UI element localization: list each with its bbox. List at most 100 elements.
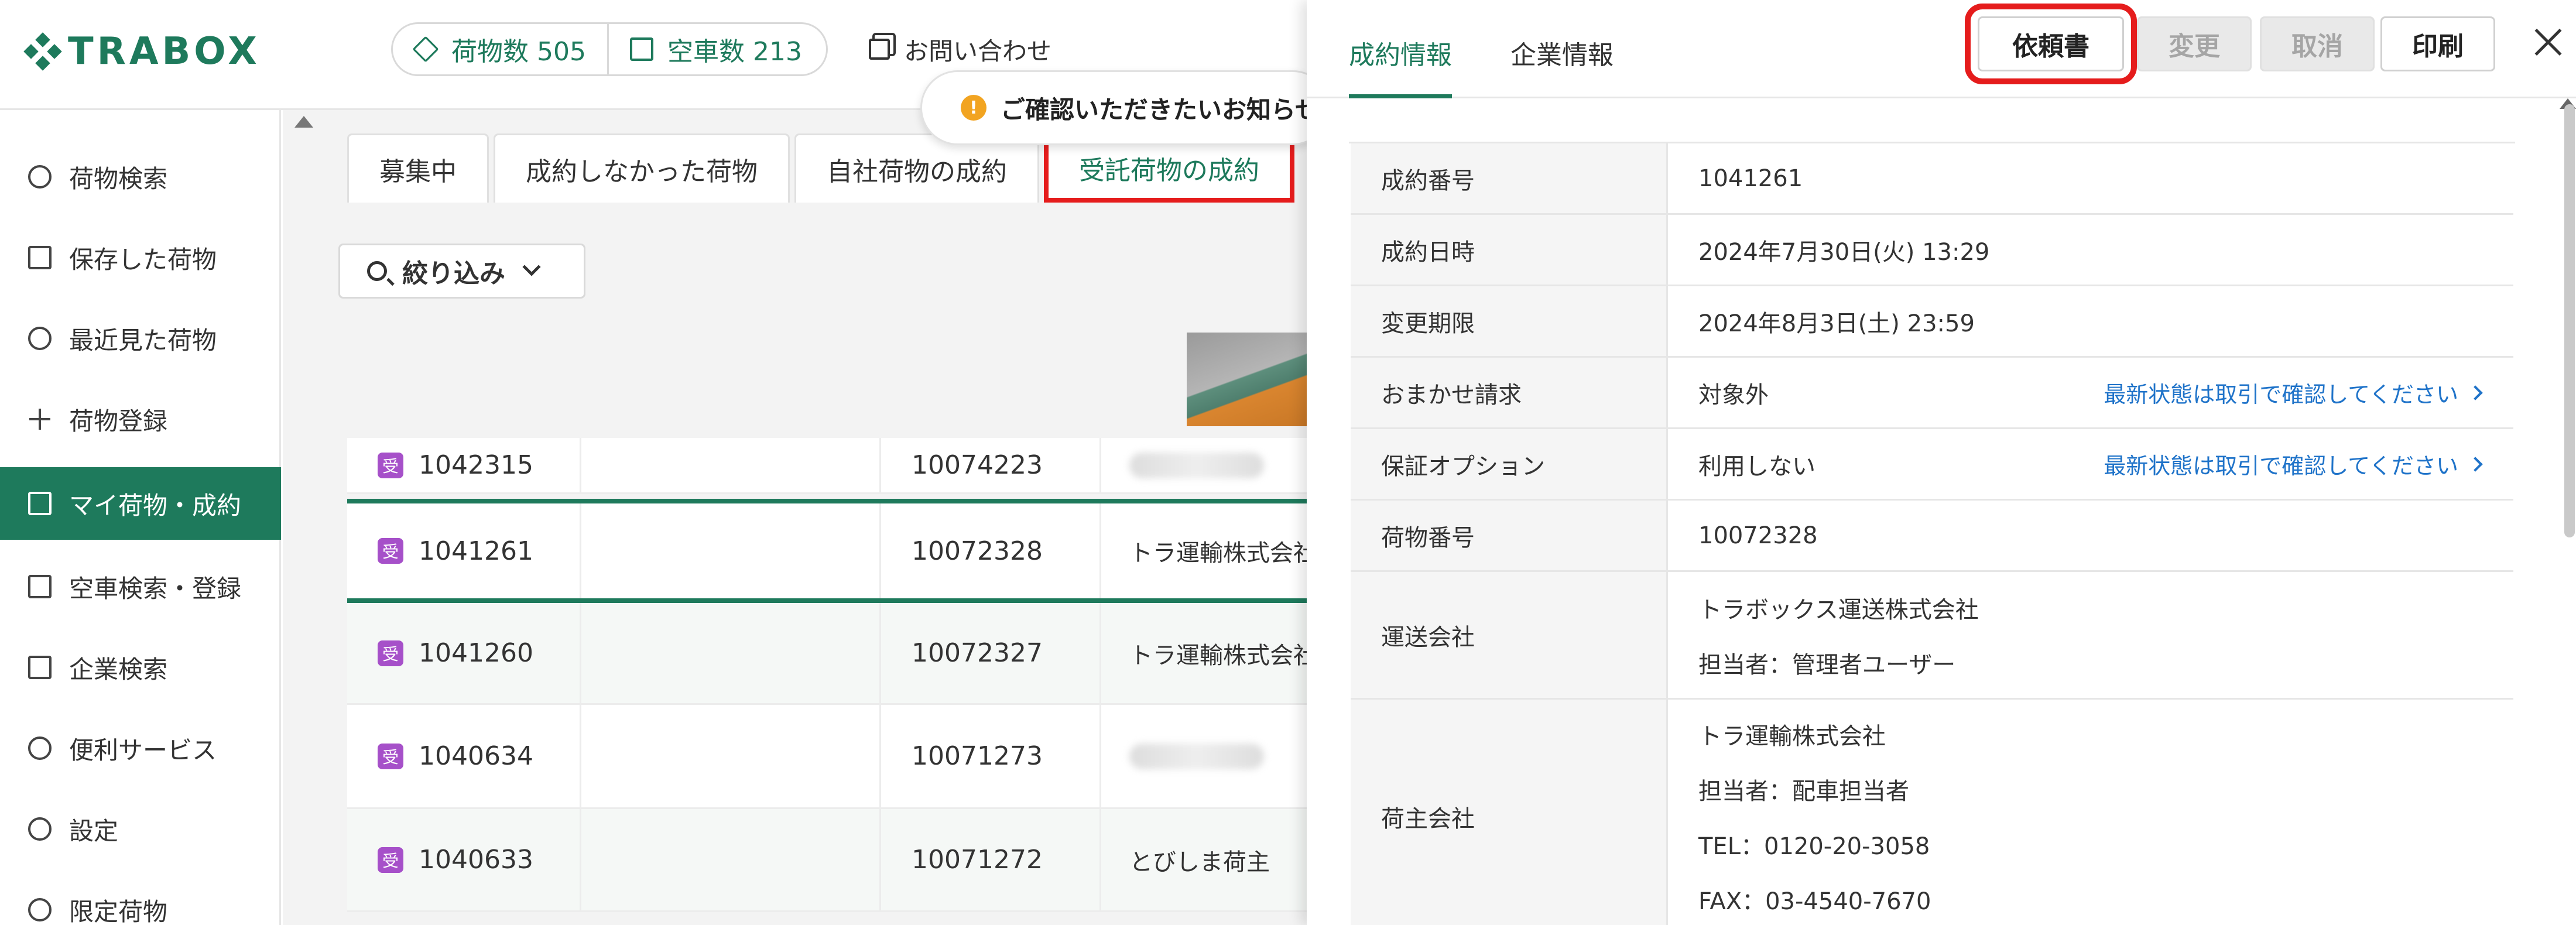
sidebar-item-settings[interactable]: 設定 [0,793,281,865]
network-icon [28,736,52,760]
sidebar-item-label: 最近見た荷物 [69,326,217,355]
search-icon [28,165,52,189]
info-row: 保証オプション 利用しない 最新状態は取引で確認してください [1351,429,2513,501]
cargo-number: 10074223 [912,450,1043,480]
contact-link[interactable]: お問い合わせ [869,30,1051,68]
sidebar-item-label: 空車検索・登録 [69,574,242,603]
contact-label: お問い合わせ [904,36,1052,66]
drawer-scrollbar[interactable] [2564,104,2575,537]
info-row: 変更期限 2024年8月3日(土) 23:59 [1351,286,2513,358]
cube-icon [28,492,52,515]
trabox-logo[interactable]: TRABOX [23,28,261,75]
alert-icon: ! [961,95,986,121]
field-value: 2024年7月30日(火) 13:29 [1698,238,1990,266]
carrier-company: トラボックス運送株式会社 [1698,596,1979,623]
print-button[interactable]: 印刷 [2380,16,2495,71]
contract-id: 1040633 [419,845,533,875]
shipper-fax: FAX：03-4540-7670 [1698,888,1931,915]
contract-id: 1041260 [419,638,533,668]
consigned-badge: 受 [378,538,403,564]
table-row[interactable]: 受 1040634 10071273 [347,705,1307,809]
cancel-button[interactable]: 取消 [2260,16,2375,71]
table-row-selected[interactable]: 受 1041261 10072328 トラ運輸株式会社 [347,499,1307,603]
field-value-billing: 対象外 最新状態は取引で確認してください [1668,358,2513,427]
check-status-link[interactable]: 最新状態は取引で確認してください [2104,429,2483,499]
contract-detail-drawer: 成約情報 企業情報 依頼書 変更 取消 印刷 成約番号 1041261 成約日時… [1307,0,2576,925]
field-value: 利用しない [1698,453,1815,480]
table-row[interactable]: 受 1042315 10074223 [347,438,1307,494]
main-content: 募集中 成約しなかった荷物 自社荷物の成約 受託荷物の成約 絞り込み 受 1042… [283,110,1307,925]
field-label: 荷主会社 [1351,700,1668,925]
sidebar-item-truck-search[interactable]: 空車検索・登録 [0,550,281,623]
drawer-header: 成約情報 企業情報 依頼書 変更 取消 印刷 [1307,0,2576,98]
cube-icon [412,36,439,63]
sidebar-item-company-search[interactable]: 企業検索 [0,631,281,704]
field-label: 成約日時 [1351,215,1668,285]
sidebar-item-label: 企業検索 [69,655,168,684]
cargo-count-stat[interactable]: 荷物数 505 [393,24,607,74]
scroll-up-arrow-icon[interactable] [294,116,313,128]
contract-info-table: 成約番号 1041261 成約日時 2024年7月30日(火) 13:29 変更… [1349,142,2515,925]
sidebar-item-services[interactable]: 便利サービス [0,712,281,784]
warehouse-illustration [1187,333,1307,426]
company-name: トラ運輸株式会社 [1129,540,1307,567]
gear-icon [28,817,52,841]
table-row[interactable]: 受 1041260 10072327 トラ運輸株式会社 [347,603,1307,705]
change-button[interactable]: 変更 [2137,16,2252,71]
sidebar-item-label: 荷物検索 [69,164,168,193]
truck-icon [28,575,52,598]
check-status-link[interactable]: 最新状態は取引で確認してください [2104,358,2483,427]
blurred-company [1129,452,1264,478]
truck-count-stat[interactable]: 空車数 213 [607,24,823,74]
tab-recruiting[interactable]: 募集中 [347,133,489,203]
notice-text: ご確認いただきたいお知らせが [1001,95,1330,124]
consigned-badge: 受 [378,640,403,666]
close-icon[interactable] [2529,23,2567,61]
truck-icon [629,37,653,61]
sidebar-item-cargo-search[interactable]: 荷物検索 [0,141,281,213]
sidebar-item-label: 限定荷物 [69,897,168,925]
field-value: 10072328 [1698,522,1818,549]
stats-pill: 荷物数 505 空車数 213 [391,22,828,76]
contract-id: 1040634 [419,741,533,771]
field-value: 2024年8月3日(土) 23:59 [1698,310,1975,337]
external-link-icon [869,39,890,60]
info-row: 荷物番号 10072328 [1351,501,2513,572]
chevron-right-icon [2468,456,2483,472]
notice-banner[interactable]: ! ご確認いただきたいお知らせが [920,70,1330,145]
sidebar-item-cargo-register[interactable]: 荷物登録 [0,383,281,455]
filter-label: 絞り込み [402,259,505,289]
shipper-tel: TEL：0120-20-3058 [1698,833,1930,860]
sidebar-item-recent-cargo[interactable]: 最近見た荷物 [0,302,281,375]
field-label: 保証オプション [1351,429,1668,499]
cargo-number: 10071272 [912,845,1043,875]
info-row: おまかせ請求 対象外 最新状態は取引で確認してください [1351,358,2513,429]
tab-not-contracted[interactable]: 成約しなかった荷物 [494,133,790,203]
sidebar-item-my-cargo[interactable]: マイ荷物・成約 [0,467,281,540]
request-form-button[interactable]: 依頼書 [1965,4,2137,84]
cargo-number: 10072327 [912,638,1043,668]
company-name: トラ運輸株式会社 [1129,642,1307,669]
chevron-down-icon [522,258,541,276]
sidebar-item-label: 荷物登録 [69,406,168,436]
info-row: 成約日時 2024年7月30日(火) 13:29 [1351,215,2513,286]
sidebar-item-label: 便利サービス [69,735,217,765]
consigned-badge: 受 [378,847,403,873]
table-row[interactable]: 受 1040633 10071272 とびしま荷主 [347,809,1307,912]
sidebar-item-label: 設定 [69,816,119,845]
sidebar-item-saved-cargo[interactable]: 保存した荷物 [0,221,281,294]
contract-id: 1042315 [419,450,533,480]
filter-button[interactable]: 絞り込み [338,244,585,299]
sidebar-item-label: 保存した荷物 [69,245,217,274]
logo-mark-icon [23,32,62,71]
chevron-right-icon [2468,385,2483,400]
plus-icon [28,407,52,431]
sidebar: 荷物検索 保存した荷物 最近見た荷物 荷物登録 マイ荷物・成約 空車検索・登録 … [0,110,281,925]
users-icon [28,898,52,921]
consigned-badge: 受 [378,452,403,478]
field-value-guarantee: 利用しない 最新状態は取引で確認してください [1668,429,2513,499]
tab-company-info[interactable]: 企業情報 [1510,34,1614,98]
tab-contract-info[interactable]: 成約情報 [1349,34,1452,98]
sidebar-item-limited-cargo[interactable]: 限定荷物 [0,873,281,925]
info-row: 成約番号 1041261 [1351,143,2513,215]
